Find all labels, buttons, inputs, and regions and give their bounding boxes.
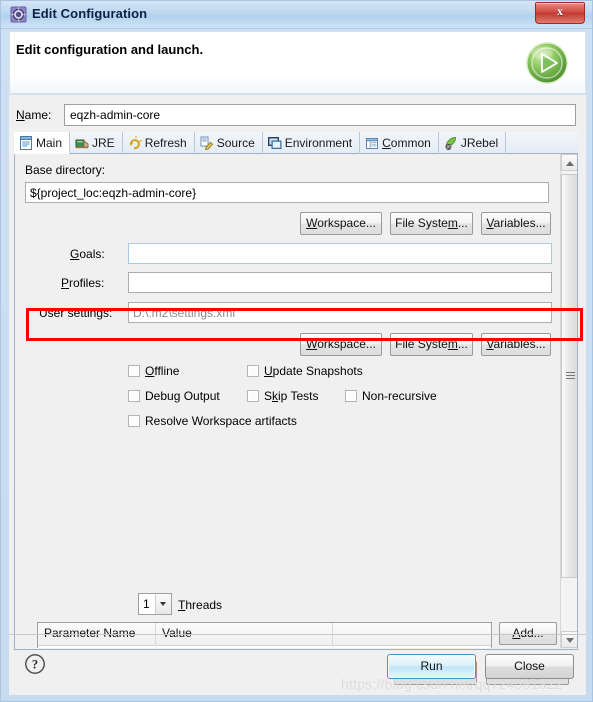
- checkbox-box: [247, 365, 259, 377]
- main-tab-icon: [20, 135, 32, 150]
- goals-input[interactable]: [128, 243, 552, 264]
- chevron-down-icon: [155, 594, 171, 614]
- threads-label: Threads: [178, 598, 223, 612]
- base-dir-file-system-button[interactable]: File System...: [390, 212, 473, 235]
- threads-value: 1: [143, 597, 150, 611]
- profiles-label: Profiles:: [61, 276, 105, 290]
- tab-label: Common: [382, 136, 431, 150]
- goals-label: Goals:: [70, 247, 105, 261]
- checkbox-label: Resolve Workspace artifacts: [145, 414, 297, 428]
- window-title: Edit Configuration: [32, 6, 148, 21]
- checkbox-update-snapshots[interactable]: Update Snapshots: [247, 364, 363, 378]
- tab-strip: Main JRE Refresh Source Environment Comm…: [14, 132, 578, 154]
- launch-configuration-icon: [10, 6, 27, 23]
- scrollbar-thumb[interactable]: [561, 174, 577, 578]
- column-divider: [156, 645, 157, 648]
- user-settings-workspace-button[interactable]: Workspace...: [300, 333, 382, 356]
- dialog-banner: Edit configuration and launch.: [9, 31, 586, 94]
- common-tab-icon: [366, 138, 379, 149]
- tab-folder: Main JRE Refresh Source Environment Comm…: [14, 132, 578, 650]
- edit-configuration-dialog: Edit Configuration x Edit configuration …: [0, 0, 593, 702]
- tab-label: JRebel: [460, 136, 499, 150]
- tab-jrebel[interactable]: JR JRebel: [439, 132, 507, 154]
- checkbox-non-recursive[interactable]: Non-recursive: [345, 389, 437, 403]
- checkbox-box: [128, 390, 140, 402]
- tab-jre[interactable]: JRE: [70, 132, 123, 154]
- base-dir-variables-button[interactable]: Variables...: [481, 212, 551, 235]
- checkbox-box: [345, 390, 357, 402]
- tab-label: Environment: [284, 136, 353, 150]
- checkbox-label: Debug Output: [145, 389, 220, 403]
- checkbox-offline[interactable]: Offline: [128, 364, 179, 378]
- close-icon: x: [557, 4, 563, 18]
- base-directory-input[interactable]: [25, 182, 549, 203]
- parameter-table[interactable]: Parameter Name Value: [37, 622, 492, 648]
- help-question-icon[interactable]: ?: [24, 653, 46, 675]
- checkbox-resolve-workspace-artifacts[interactable]: Resolve Workspace artifacts: [128, 414, 297, 428]
- tab-content-main: Base directory: Workspace... File System…: [14, 154, 578, 650]
- user-settings-variables-button[interactable]: Variables...: [481, 333, 551, 356]
- tab-label: Refresh: [144, 136, 187, 150]
- checkbox-box: [128, 415, 140, 427]
- tab-main[interactable]: Main: [14, 132, 71, 154]
- vertical-scrollbar[interactable]: [560, 154, 577, 648]
- jre-tab-icon: [75, 139, 89, 149]
- tab-label: Source: [216, 136, 255, 150]
- table-row[interactable]: [38, 645, 491, 648]
- checkbox-debug-output[interactable]: Debug Output: [128, 389, 220, 403]
- svg-text:?: ?: [32, 658, 38, 672]
- name-input[interactable]: [64, 104, 576, 126]
- threads-combo[interactable]: 1: [138, 593, 172, 615]
- tab-label: Main: [36, 135, 63, 150]
- checkbox-label: Offline: [145, 364, 180, 378]
- checkbox-label: Skip Tests: [264, 389, 319, 403]
- checkbox-label: Non-recursive: [362, 389, 437, 403]
- svg-text:JR: JR: [446, 144, 451, 149]
- name-row: Name:: [14, 104, 578, 127]
- base-dir-workspace-button[interactable]: Workspace...: [300, 212, 382, 235]
- base-directory-label: Base directory:: [25, 163, 106, 177]
- footer-separator: [9, 634, 586, 635]
- column-divider: [333, 645, 334, 648]
- profiles-input[interactable]: [128, 272, 552, 293]
- name-label: Name:: [16, 108, 52, 122]
- main-tab-scroll-area: Base directory: Workspace... File System…: [15, 154, 560, 648]
- checkbox-box: [128, 365, 140, 377]
- tab-label: JRE: [92, 136, 115, 150]
- tab-common[interactable]: Common: [360, 132, 439, 154]
- jrebel-tab-icon: JR: [445, 136, 456, 150]
- user-settings-input[interactable]: [128, 302, 552, 323]
- tab-environment[interactable]: Environment: [263, 132, 361, 154]
- tab-source[interactable]: Source: [195, 132, 263, 154]
- run-play-icon: [526, 42, 568, 84]
- checkbox-box: [247, 390, 259, 402]
- window-close-button[interactable]: x: [535, 2, 585, 24]
- watermark-text: https://blog.csdn.net/qq724581322: [341, 676, 563, 692]
- dialog-body: Name: Main: [9, 95, 586, 695]
- environment-tab-icon: [267, 137, 282, 149]
- checkbox-skip-tests[interactable]: Skip Tests: [247, 389, 318, 403]
- title-bar: Edit Configuration x: [1, 1, 592, 29]
- user-settings-label: User settings:: [39, 306, 113, 320]
- banner-title: Edit configuration and launch.: [16, 42, 204, 57]
- refresh-tab-icon: [129, 136, 142, 150]
- scroll-up-arrow-icon[interactable]: [561, 154, 577, 171]
- checkbox-label: Update Snapshots: [264, 364, 363, 378]
- scrollbar-grip-icon: [565, 372, 575, 381]
- user-settings-file-system-button[interactable]: File System...: [390, 333, 473, 356]
- tab-refresh[interactable]: Refresh: [123, 132, 195, 154]
- source-tab-icon: [200, 136, 213, 150]
